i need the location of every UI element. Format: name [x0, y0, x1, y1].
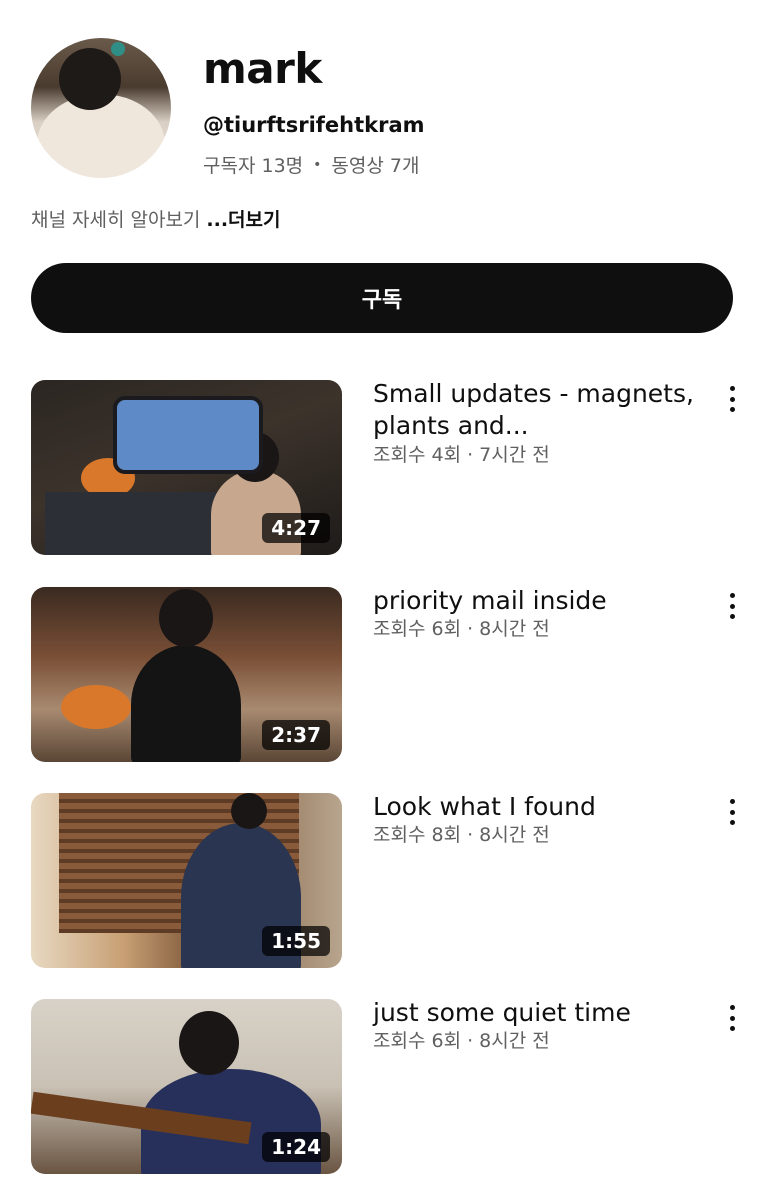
video-duration: 2:37 — [262, 720, 330, 750]
video-item[interactable]: 4:27 Small updates - magnets, plants and… — [31, 378, 743, 556]
video-title[interactable]: just some quiet time — [373, 997, 703, 1029]
video-item[interactable]: 2:37 priority mail inside 조회수 6회 · 8시간 전 — [31, 585, 743, 763]
channel-handle: @tiurftsrifehtkram — [203, 113, 425, 137]
subscribe-button[interactable]: 구독 — [31, 263, 733, 333]
video-item[interactable]: 1:24 just some quiet time 조회수 6회 · 8시간 전 — [31, 997, 743, 1175]
subscriber-count: 구독자 13명 — [203, 155, 304, 177]
stats-separator: • — [313, 156, 322, 173]
video-title[interactable]: priority mail inside — [373, 585, 703, 617]
more-vert-icon[interactable] — [721, 591, 743, 621]
description-text: 채널 자세히 알아보기 — [31, 209, 201, 231]
channel-description[interactable]: 채널 자세히 알아보기 ...더보기 — [31, 205, 281, 232]
video-thumbnail[interactable]: 2:37 — [31, 587, 342, 762]
channel-stats: 구독자 13명 • 동영상 7개 — [203, 151, 419, 178]
video-count: 동영상 7개 — [331, 155, 420, 177]
more-vert-icon[interactable] — [721, 384, 743, 414]
video-meta: 조회수 4회 · 7시간 전 — [373, 444, 550, 466]
video-thumbnail[interactable]: 1:55 — [31, 793, 342, 968]
video-meta: 조회수 8회 · 8시간 전 — [373, 824, 550, 846]
video-meta: 조회수 6회 · 8시간 전 — [373, 618, 550, 640]
phone-image — [113, 396, 263, 474]
video-duration: 1:55 — [262, 926, 330, 956]
channel-avatar[interactable] — [31, 38, 171, 178]
video-duration: 1:24 — [262, 1132, 330, 1162]
channel-name: mark — [203, 44, 322, 93]
video-item[interactable]: 1:55 Look what I found 조회수 8회 · 8시간 전 — [31, 791, 743, 969]
video-duration: 4:27 — [262, 513, 330, 543]
video-meta: 조회수 6회 · 8시간 전 — [373, 1030, 550, 1052]
more-vert-icon[interactable] — [721, 1003, 743, 1033]
video-thumbnail[interactable]: 4:27 — [31, 380, 342, 555]
more-link[interactable]: ...더보기 — [206, 205, 280, 232]
more-vert-icon[interactable] — [721, 797, 743, 827]
video-thumbnail[interactable]: 1:24 — [31, 999, 342, 1174]
channel-page: mark @tiurftsrifehtkram 구독자 13명 • 동영상 7개… — [0, 0, 763, 1200]
video-title[interactable]: Look what I found — [373, 791, 703, 823]
video-title[interactable]: Small updates - magnets, plants and... — [373, 378, 703, 442]
